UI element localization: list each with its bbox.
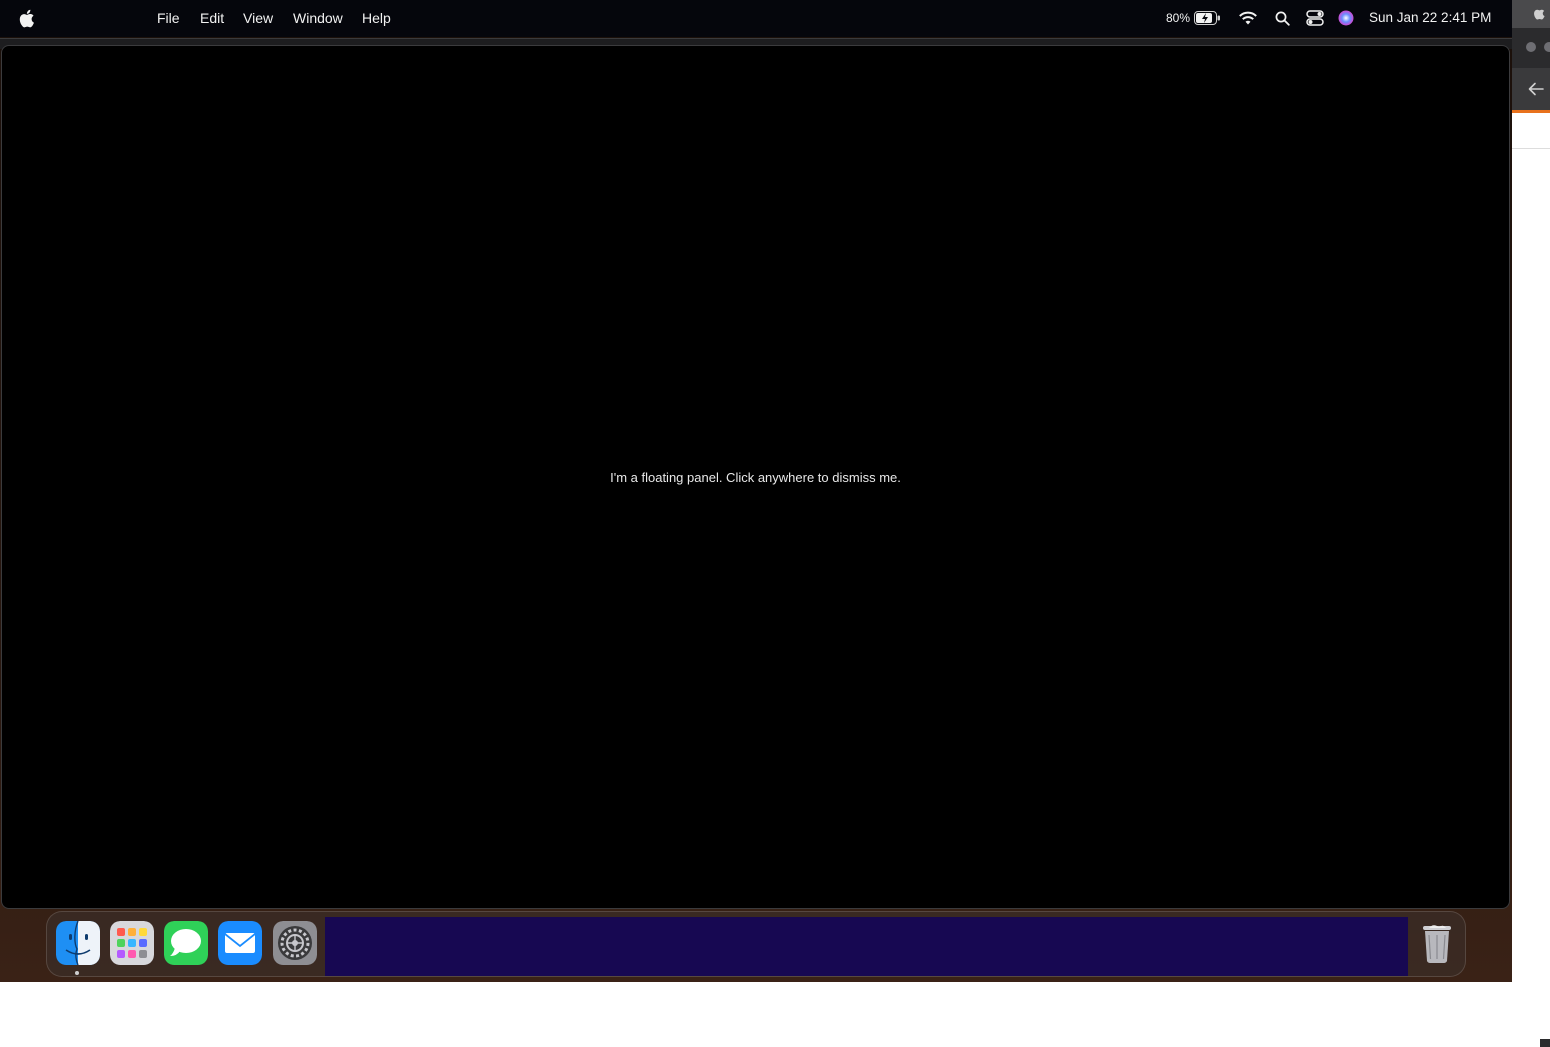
system-settings-icon[interactable] <box>273 921 317 965</box>
menu-view[interactable]: View <box>243 10 273 26</box>
dock <box>46 911 1466 977</box>
finder-icon[interactable] <box>56 921 100 965</box>
menu-edit[interactable]: Edit <box>200 10 224 26</box>
menu-bar: File Edit View Window Help 80% Sun Jan 2… <box>0 0 1512 37</box>
desktop: File Edit View Window Help 80% Sun Jan 2… <box>0 0 1512 982</box>
partial-browser-window <box>1512 0 1550 1047</box>
menu-file[interactable]: File <box>157 10 180 26</box>
control-center-icon[interactable] <box>1306 10 1324 26</box>
battery-icon[interactable] <box>1194 11 1221 25</box>
window-control-icon[interactable] <box>1525 41 1550 53</box>
launchpad-icon[interactable] <box>110 921 154 965</box>
arrow-left-icon[interactable] <box>1528 82 1544 96</box>
finder-running-indicator <box>75 971 79 975</box>
siri-icon[interactable] <box>1338 10 1354 26</box>
messages-icon[interactable] <box>164 921 208 965</box>
menu-help[interactable]: Help <box>362 10 391 26</box>
search-icon[interactable] <box>1275 11 1290 26</box>
browser-content-fragment <box>1512 113 1550 149</box>
mail-icon[interactable] <box>218 921 262 965</box>
browser-title-bar <box>1512 28 1550 68</box>
apple-logo-icon[interactable] <box>18 9 35 28</box>
panel-message: I'm a floating panel. Click anywhere to … <box>610 470 901 485</box>
browser-bottom-fragment <box>1540 1039 1550 1047</box>
floating-panel[interactable]: I'm a floating panel. Click anywhere to … <box>1 45 1510 909</box>
menu-bar-clock[interactable]: Sun Jan 22 2:41 PM <box>1369 10 1491 25</box>
trash-icon[interactable] <box>1415 921 1459 965</box>
menu-bar-fragment <box>1512 0 1550 28</box>
menu-window[interactable]: Window <box>293 10 343 26</box>
apple-logo-icon <box>1534 9 1545 20</box>
wifi-icon[interactable] <box>1238 10 1258 26</box>
battery-percent: 80% <box>1166 11 1191 25</box>
browser-toolbar <box>1512 68 1550 110</box>
dock-app-area <box>325 917 1408 976</box>
